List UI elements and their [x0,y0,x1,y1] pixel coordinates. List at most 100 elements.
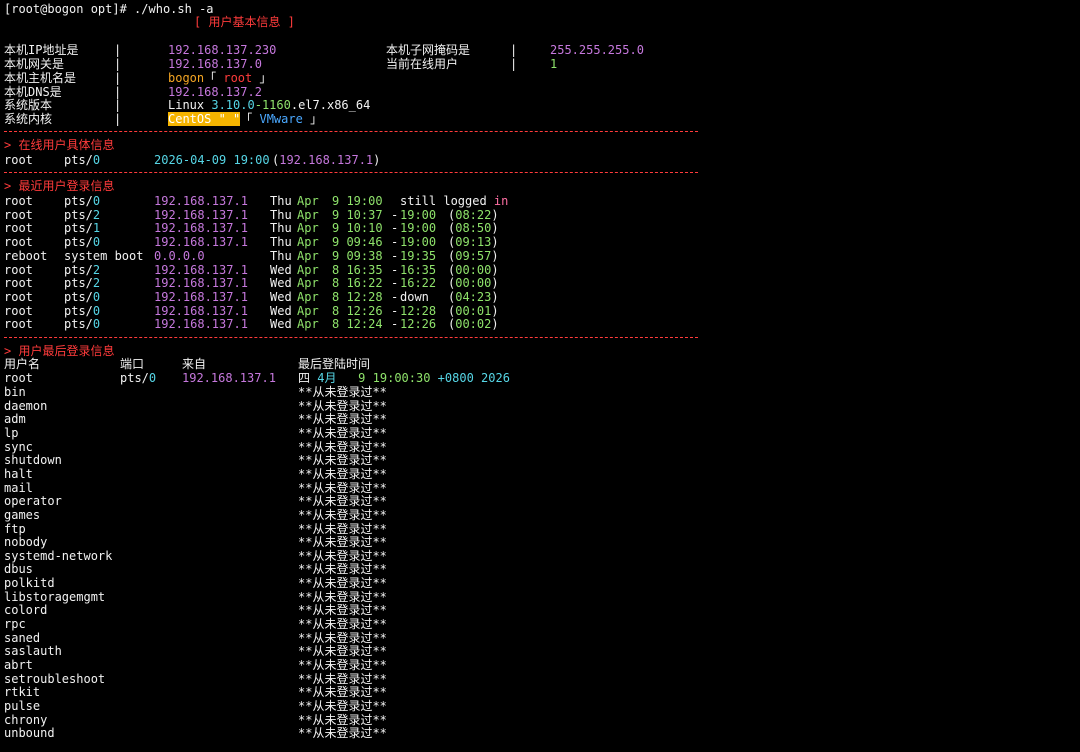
hostname-row: 本机主机名是 | bogon「 root 」 [4,71,272,85]
row-user: lp [4,425,19,440]
never-logged-text: **从未登录过** [298,425,387,440]
row-dash: - [391,317,399,332]
row-tty: pts/0 [64,289,101,304]
row-user: daemon [4,398,48,413]
row-date: 9 09:46 [332,235,383,250]
terminal-window[interactable]: [root@bogon opt]# ./who.sh -a [ 用户基本信息 ]… [0,0,1080,752]
row-user: games [4,507,41,522]
row-dash: - [391,221,399,236]
row-end: 19:00 [400,207,437,222]
row-user: bin [4,385,26,399]
last-section-title: > 最近用户登录信息 [4,179,115,193]
row-user: ftp [4,521,26,536]
row-user: shutdown [4,453,62,468]
online-user-row: root pts/0 2026-04-09 19:00 (192.168.137… [4,153,381,167]
never-logged-text: **从未登录过** [298,576,387,591]
divider [4,337,698,338]
row-month: Apr [297,248,319,263]
row-month: Apr [297,303,319,318]
row-user: libstoragemgmt [4,589,106,604]
divider [4,131,698,132]
row-duration: (00:00) [448,276,499,291]
never-logged-text: **从未登录过** [298,507,387,522]
row-date: 9 19:00 [332,194,383,208]
row-end: 19:00 [400,221,437,236]
row-ip: 192.168.137.1 [154,221,248,236]
row-month: Apr [297,194,319,208]
never-logged-text: **从未登录过** [298,671,387,686]
row-user: rtkit [4,685,41,700]
row-duration: (08:22) [448,207,499,222]
row-day: Wed [270,317,292,332]
row-duration: (04:23) [448,289,499,304]
row-user: nobody [4,535,48,550]
never-logged-text: **从未登录过** [298,385,387,399]
row-day: Wed [270,276,292,291]
row-day: Wed [270,289,292,304]
row-user: colord [4,603,48,618]
row-user: chrony [4,712,48,727]
row-duration: (09:13) [448,235,499,250]
row-end: down [400,289,429,304]
never-logged-text: **从未登录过** [298,603,387,618]
row-date: 8 16:35 [332,262,383,277]
row-status: still logged in [400,194,509,208]
row-date: 8 12:26 [332,303,383,318]
row-dash: - [391,276,399,291]
row-ip: 192.168.137.1 [154,303,248,318]
row-user: rpc [4,617,26,632]
row-user: root [4,303,33,318]
row-ip: 192.168.137.1 [154,235,248,250]
version-row: 系统版本 | Linux 3.10.0-1160.el7.x86_64 [4,98,371,112]
never-logged-text: **从未登录过** [298,562,387,577]
lastlog-root-row: root pts/0 192.168.137.1 四 4月 9 19:00:30… [4,371,510,385]
row-ip: 192.168.137.1 [154,276,248,291]
row-tty: pts/2 [64,207,101,222]
row-month: Apr [297,276,319,291]
row-month: Apr [297,221,319,236]
never-logged-text: **从未登录过** [298,494,387,509]
row-day: Thu [270,248,292,263]
row-end: 16:35 [400,262,437,277]
never-logged-text: **从未登录过** [298,589,387,604]
row-dash: - [391,303,399,318]
never-logged-text: **从未登录过** [298,453,387,468]
row-dash: - [391,289,399,304]
row-ip: 192.168.137.1 [154,262,248,277]
never-logged-text: **从未登录过** [298,617,387,632]
row-end: 19:00 [400,235,437,250]
row-user: dbus [4,562,33,577]
row-tty: pts/1 [64,221,101,236]
lastlog-section-title: > 用户最后登录信息 [4,344,115,358]
row-dash: - [391,207,399,222]
row-day: Thu [270,221,292,236]
command-prompt: [root@bogon opt]# ./who.sh -a [4,2,214,16]
row-month: Apr [297,235,319,250]
row-tty: system boot [64,248,144,263]
row-end: 12:28 [400,303,437,318]
row-tty: pts/0 [64,235,101,250]
ip-row: 本机IP地址是 | 192.168.137.230 本机子网掩码是 | 255.… [4,43,644,57]
row-user: root [4,235,33,250]
row-tty: pts/0 [64,303,101,318]
row-user: pulse [4,698,41,713]
row-ip: 192.168.137.1 [154,317,248,332]
row-user: saned [4,630,41,645]
never-logged-text: **从未登录过** [298,480,387,495]
never-logged-text: **从未登录过** [298,685,387,700]
row-user: mail [4,480,33,495]
row-dash: - [391,248,399,263]
row-day: Thu [270,207,292,222]
row-day: Wed [270,262,292,277]
row-day: Thu [270,235,292,250]
never-logged-text: **从未登录过** [298,398,387,413]
row-user: operator [4,494,62,509]
never-logged-text: **从未登录过** [298,521,387,536]
never-logged-text: **从未登录过** [298,644,387,659]
row-end: 16:22 [400,276,437,291]
row-dash: - [391,262,399,277]
row-user: sync [4,439,33,454]
row-tty: pts/0 [64,194,101,208]
row-tty: pts/0 [64,317,101,332]
row-date: 9 10:10 [332,221,383,236]
